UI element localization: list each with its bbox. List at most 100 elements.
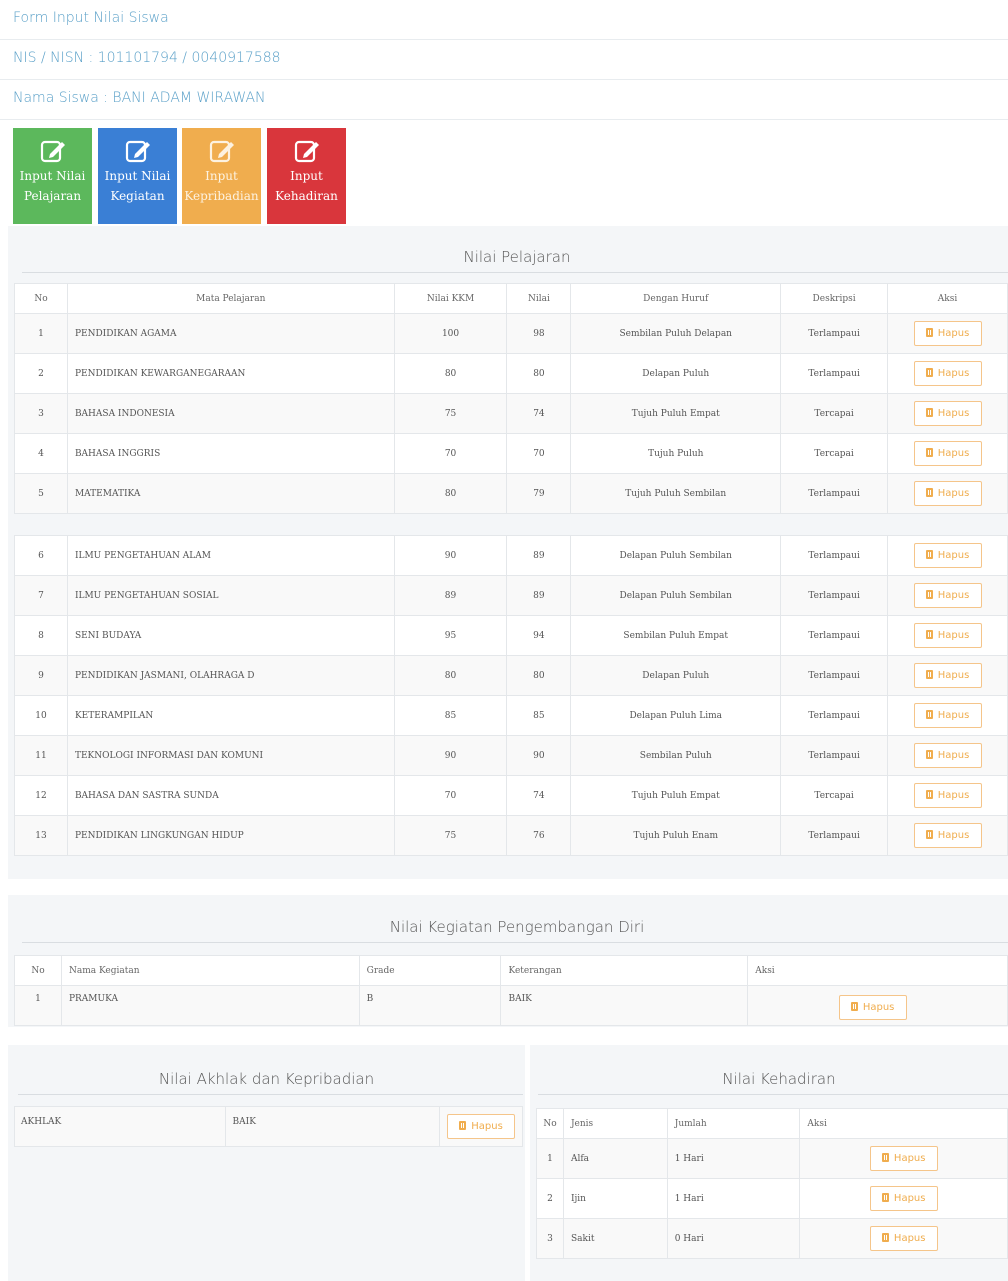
cell-mata-pelajaran: ILMU PENGETAHUAN SOSIAL [66, 575, 395, 616]
cell-dengan-huruf: Delapan Puluh Sembilan [570, 575, 782, 616]
hapus-button[interactable]: Hapus [913, 481, 982, 506]
cell-aksi: Hapus [887, 655, 1008, 696]
hapus-label: Hapus [937, 670, 970, 681]
cell-mata-pelajaran: TEKNOLOGI INFORMASI DAN KOMUNI [66, 735, 395, 776]
table-row: 1 PENDIDIKAN AGAMA 100 98 Sembilan Puluh Del… [14, 313, 1008, 354]
hapus-label: Hapus [471, 1121, 503, 1132]
hapus-button[interactable]: Hapus [913, 743, 982, 768]
cell-aksi: Hapus [887, 735, 1008, 776]
cell-dengan-huruf: Delapan Puluh Lima [570, 695, 782, 736]
cell-no: 13 [14, 815, 68, 856]
hapus-button[interactable]: Hapus [869, 1226, 938, 1251]
hapus-button[interactable]: Hapus [913, 703, 982, 728]
cell-deskripsi: Tercapai [780, 775, 889, 816]
cell-no: 12 [14, 775, 68, 816]
cell-aksi: Hapus [747, 985, 1008, 1026]
cell-mata-pelajaran: SENI BUDAYA [66, 615, 395, 656]
input-kehadiran-button[interactable]: Input Kehadiran [267, 128, 346, 224]
student-name-bar: Nama Siswa : BANI ADAM WIRAWAN [0, 80, 1008, 120]
hapus-label: Hapus [893, 1153, 926, 1164]
cell-nilai-kkm: 80 [393, 655, 508, 696]
cell-jumlah: 1 Hari [666, 1138, 801, 1179]
hapus-label: Hapus [862, 1002, 895, 1013]
divider [538, 1094, 1008, 1095]
cell-nilai-kkm: 70 [393, 775, 508, 816]
cell-jumlah: 0 Hari [666, 1218, 801, 1259]
input-nilai-pelajaran-button[interactable]: Input Nilai Pelajaran [13, 128, 92, 224]
cell-nilai: 98 [506, 313, 572, 354]
hapus-button[interactable]: Hapus [913, 321, 982, 346]
cell-no: 1 [14, 985, 62, 1026]
hapus-button[interactable]: Hapus [913, 543, 982, 568]
cell-nilai-kkm: 70 [393, 433, 508, 474]
hapus-button[interactable]: Hapus [447, 1114, 516, 1139]
nis-bar: NIS / NISN : 101101794 / 0040917588 [0, 40, 1008, 80]
hapus-label: Hapus [893, 1193, 926, 1204]
hapus-label: Hapus [937, 630, 970, 641]
cell-dengan-huruf: Sembilan Puluh Empat [570, 615, 782, 656]
cell-aksi: Hapus [887, 615, 1008, 656]
nilai-kehadiran-table: No Jenis Jumlah Aksi 1 Alfa 1 Hari Hapus 2 Ij… [536, 1108, 1008, 1259]
hapus-button[interactable]: Hapus [913, 583, 982, 608]
hapus-button[interactable]: Hapus [838, 995, 907, 1020]
cell-no: 4 [14, 433, 68, 474]
hapus-button[interactable]: Hapus [913, 401, 982, 426]
hapus-button[interactable]: Hapus [869, 1186, 938, 1211]
cell-nilai: 76 [506, 815, 572, 856]
trash-icon [925, 790, 933, 799]
hapus-label: Hapus [937, 408, 970, 419]
hapus-label: Hapus [937, 790, 970, 801]
hapus-button[interactable]: Hapus [913, 783, 982, 808]
table-row: 1 PRAMUKA B BAIK Hapus [14, 985, 1008, 1026]
trash-icon [881, 1153, 889, 1162]
cell-aksi: Hapus [799, 1138, 1008, 1179]
cell-dengan-huruf: Tujuh Puluh Empat [570, 775, 782, 816]
table-row: 8 SENI BUDAYA 95 94 Sembilan Puluh Empat Terl… [14, 615, 1008, 656]
col-header-nilai: Nilai [506, 283, 572, 314]
cell-nilai-kkm: 80 [393, 473, 508, 514]
cell-nilai: 94 [506, 615, 572, 656]
hapus-button[interactable]: Hapus [913, 623, 982, 648]
col-header-grade: Grade [358, 955, 502, 986]
button-label-line1: Input [205, 169, 238, 183]
cell-no: 1 [536, 1138, 564, 1179]
cell-nilai: 70 [506, 433, 572, 474]
trash-icon [925, 408, 933, 417]
nilai-kegiatan-table: No Nama Kegiatan Grade Keterangan Aksi 1… [14, 955, 1008, 1026]
hapus-label: Hapus [937, 368, 970, 379]
cell-mata-pelajaran: PENDIDIKAN KEWARGANEGARAAN [66, 353, 395, 394]
cell-nilai: 80 [506, 655, 572, 696]
trash-icon [881, 1233, 889, 1242]
input-nilai-kegiatan-button[interactable]: Input Nilai Kegiatan [98, 128, 177, 224]
table-row: 12 BAHASA DAN SASTRA SUNDA 70 74 Tujuh Puluh… [14, 775, 1008, 816]
input-kepribadian-button[interactable]: Input Kepribadian [182, 128, 261, 224]
trash-icon [925, 830, 933, 839]
trash-icon [850, 1002, 858, 1011]
hapus-button[interactable]: Hapus [913, 663, 982, 688]
cell-deskripsi: Tercapai [780, 433, 889, 474]
cell-deskripsi: Terlampaui [780, 815, 889, 856]
hapus-button[interactable]: Hapus [913, 441, 982, 466]
cell-nilai: 89 [506, 535, 572, 576]
cell-nilai-kkm: 90 [393, 735, 508, 776]
cell-value: BAIK [224, 1106, 441, 1147]
cell-aksi: Hapus [887, 695, 1008, 736]
cell-no: 8 [14, 615, 68, 656]
divider [18, 1094, 523, 1095]
col-header-no: No [536, 1108, 564, 1139]
button-label-line2: Kepribadian [184, 189, 259, 203]
cell-aksi: Hapus [799, 1178, 1008, 1219]
cell-mata-pelajaran: PENDIDIKAN AGAMA [66, 313, 395, 354]
hapus-button[interactable]: Hapus [869, 1146, 938, 1171]
edit-icon [209, 140, 234, 163]
cell-keterangan: BAIK [500, 985, 749, 1026]
cell-deskripsi: Terlampaui [780, 313, 889, 354]
nilai-kehadiran-title: Nilai Kehadiran [722, 1070, 836, 1088]
hapus-button[interactable]: Hapus [913, 823, 982, 848]
trash-icon [459, 1121, 467, 1130]
cell-nilai-kkm: 95 [393, 615, 508, 656]
col-header-nama-kegiatan: Nama Kegiatan [60, 955, 360, 986]
cell-mata-pelajaran: PENDIDIKAN JASMANI, OLAHRAGA D [66, 655, 395, 696]
nilai-akhlak-table: AKHLAK BAIK Hapus [14, 1106, 523, 1147]
hapus-button[interactable]: Hapus [913, 361, 982, 386]
